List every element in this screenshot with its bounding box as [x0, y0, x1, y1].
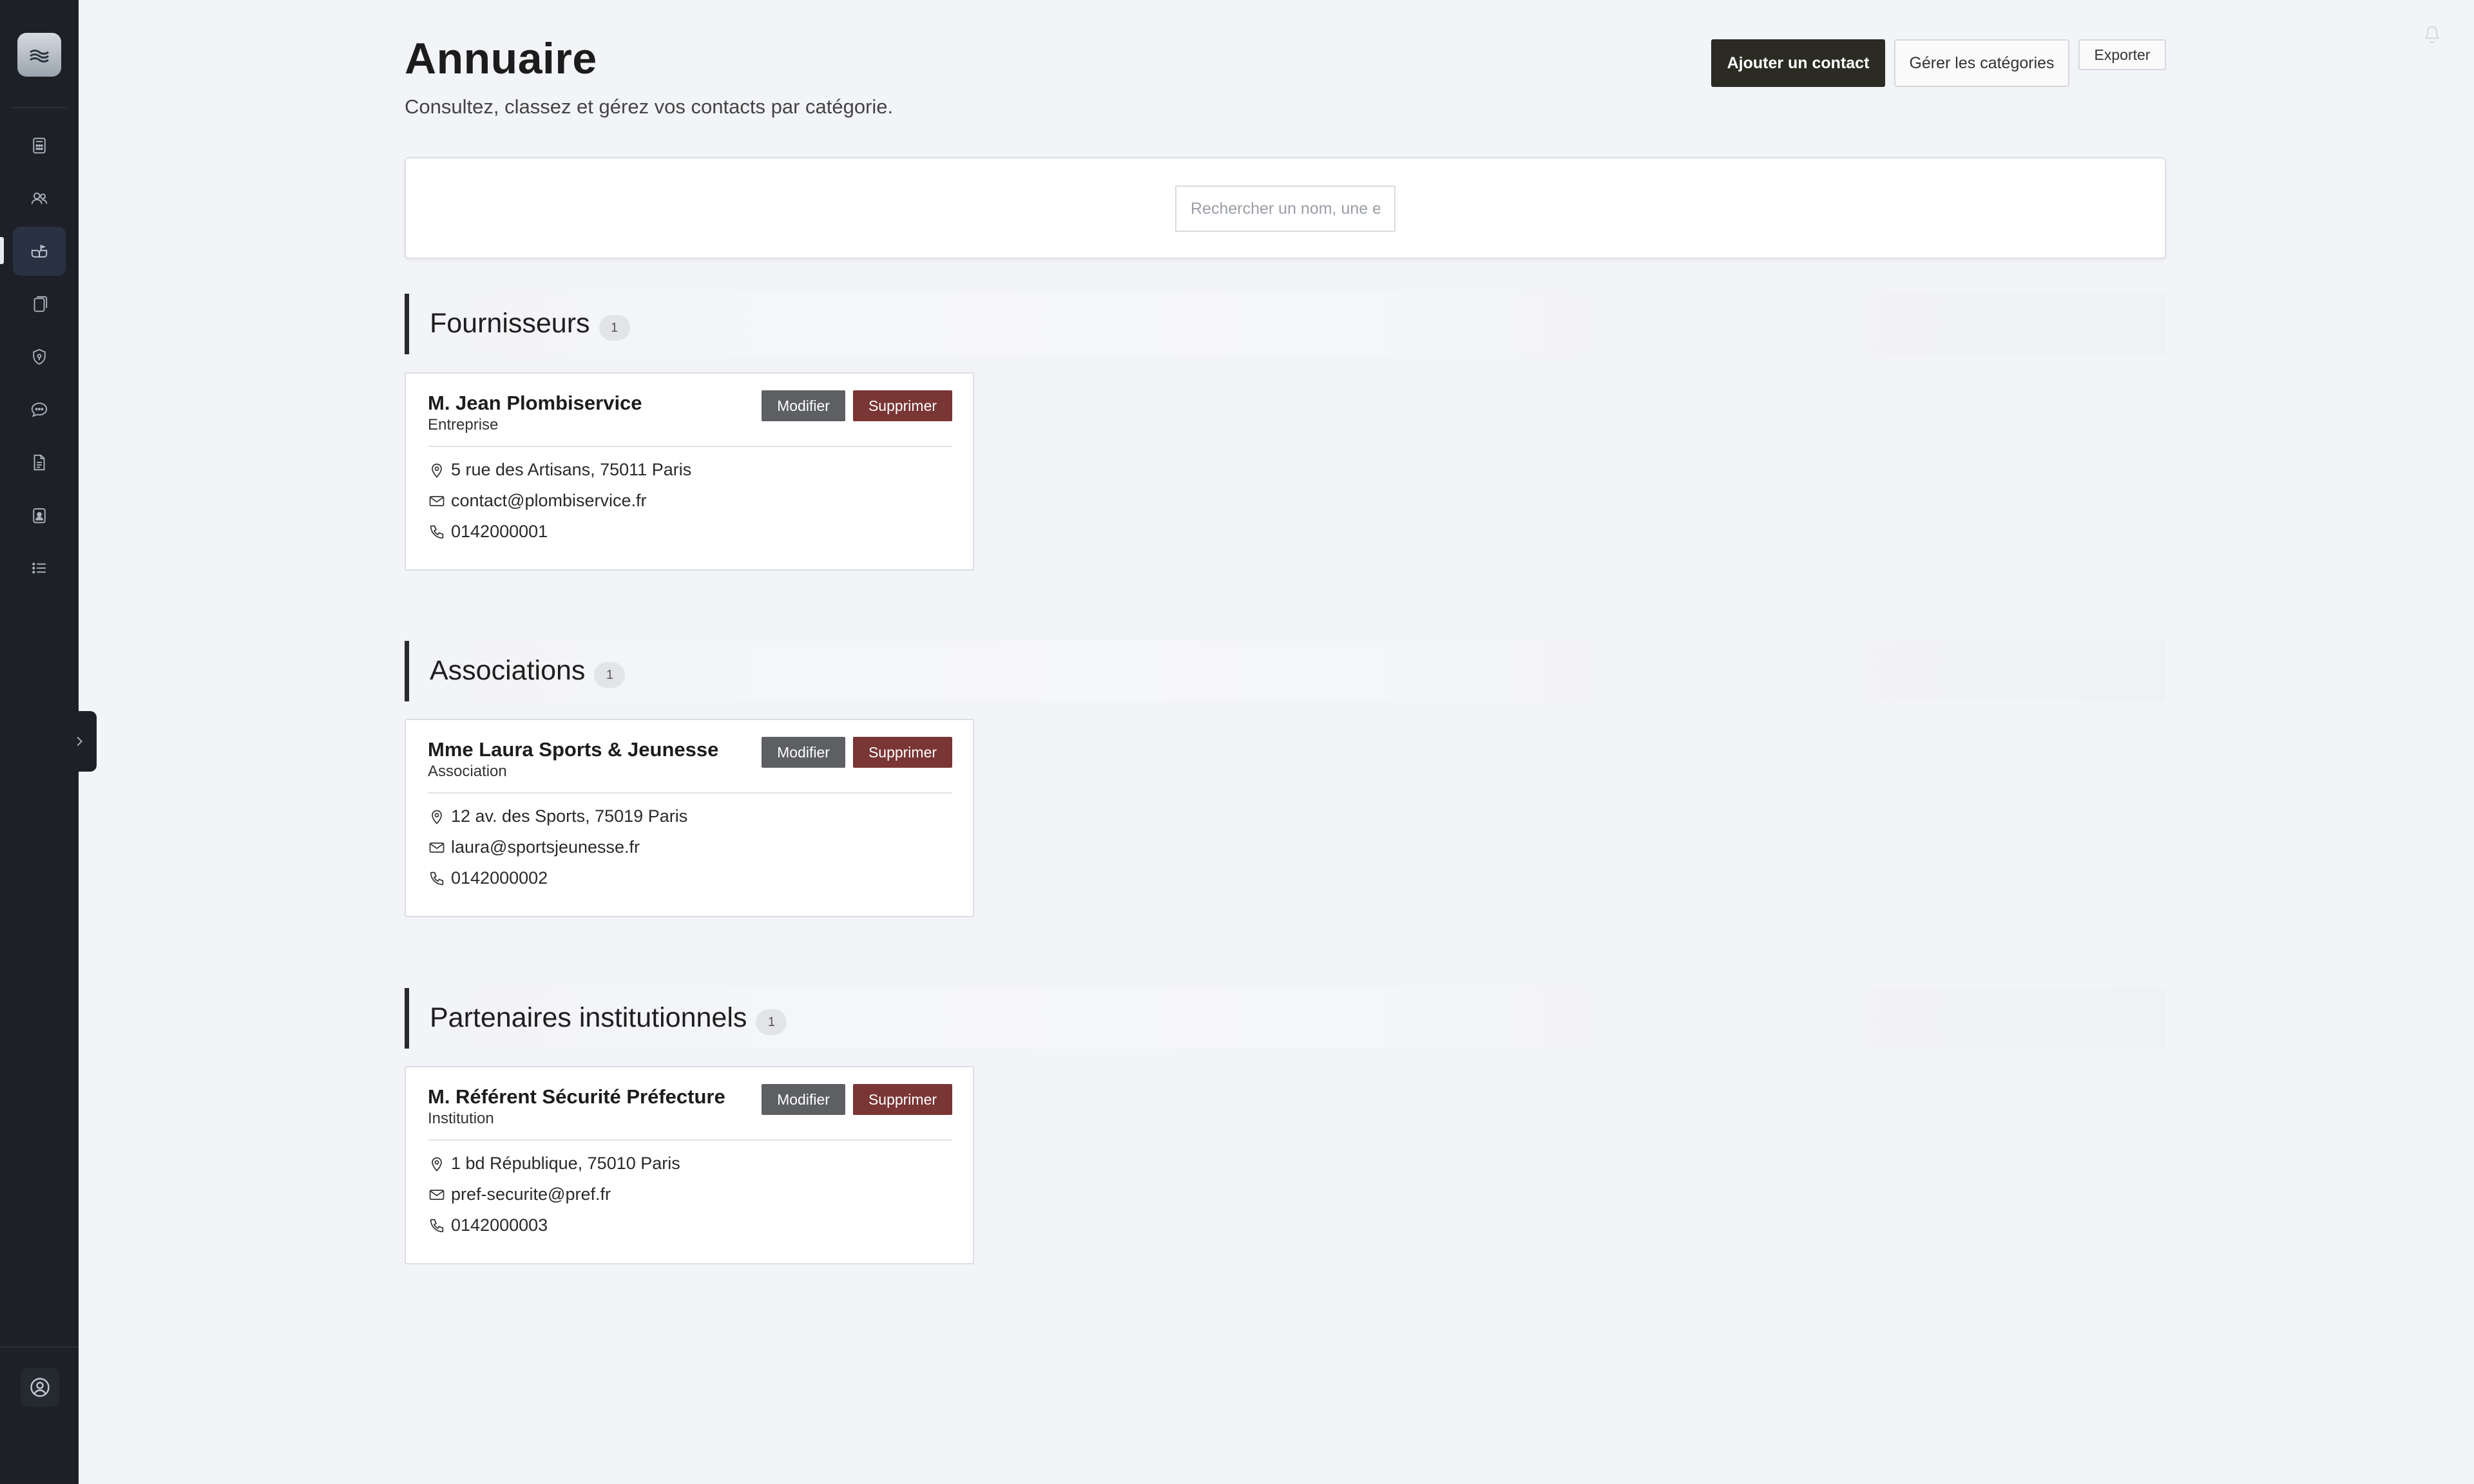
- envelope-icon: [429, 1189, 445, 1200]
- count-badge: 1: [756, 1009, 787, 1035]
- waves-logo-icon[interactable]: [17, 33, 61, 77]
- edit-button[interactable]: Modifier: [762, 737, 845, 768]
- sidebar-item-messages[interactable]: [13, 385, 66, 434]
- category-header-associations: Associations 1: [405, 641, 2166, 701]
- sidebar-divider: [12, 107, 67, 108]
- search-panel: [405, 157, 2166, 259]
- contact-phone: 0142000002: [428, 868, 548, 888]
- page-title: Annuaire: [405, 34, 597, 83]
- contact-address: 1 bd République, 75010 Paris: [428, 1154, 680, 1174]
- card-divider: [428, 1139, 952, 1141]
- contact-email: pref-securite@pref.fr: [428, 1184, 611, 1204]
- envelope-icon: [429, 842, 445, 853]
- edit-button[interactable]: Modifier: [762, 390, 845, 421]
- active-indicator: [0, 237, 4, 264]
- contact-email: laura@sportsjeunesse.fr: [428, 837, 640, 857]
- category-name: Partenaires institutionnels: [430, 1002, 747, 1033]
- shield-icon: [33, 348, 46, 365]
- address-text: 12 av. des Sports, 75019 Paris: [451, 806, 688, 826]
- sidebar-item-badges[interactable]: [13, 491, 66, 540]
- phone-text: 0142000003: [451, 1215, 548, 1235]
- list-icon: [32, 562, 46, 574]
- contact-phone: 0142000001: [428, 522, 548, 542]
- category-title: Partenaires institutionnels 1: [430, 1002, 787, 1035]
- map-pin-icon: [432, 463, 442, 478]
- email-text: pref-securite@pref.fr: [451, 1184, 611, 1204]
- contact-card: M. Référent Sécurité Préfecture Institut…: [405, 1066, 974, 1264]
- category-header-partenaires: Partenaires institutionnels 1: [405, 988, 2166, 1049]
- delete-button[interactable]: Supprimer: [853, 390, 952, 421]
- phone-icon: [430, 525, 444, 538]
- id-badge-icon: [33, 508, 46, 524]
- count-badge: 1: [599, 314, 630, 341]
- export-button[interactable]: Exporter: [2078, 39, 2166, 70]
- map-pin-icon: [432, 810, 442, 824]
- sidebar-item-users[interactable]: [13, 174, 66, 223]
- phone-text: 0142000002: [451, 868, 548, 888]
- map-pin-icon: [432, 1157, 442, 1172]
- category-title: Fournisseurs 1: [430, 308, 630, 341]
- manage-categories-button[interactable]: Gérer les catégories: [1894, 39, 2069, 87]
- add-contact-button[interactable]: Ajouter un contact: [1711, 39, 1885, 87]
- category-name: Fournisseurs: [430, 308, 590, 339]
- page-subtitle: Consultez, classez et gérez vos contacts…: [405, 95, 894, 118]
- delete-button[interactable]: Supprimer: [853, 1084, 952, 1115]
- contact-card: M. Jean Plombiservice Entreprise Modifie…: [405, 372, 974, 571]
- contact-name: M. Jean Plombiservice: [428, 392, 642, 414]
- phone-icon: [430, 1219, 444, 1232]
- phone-text: 0142000001: [451, 522, 548, 541]
- calculator-icon: [33, 137, 46, 154]
- contact-phone: 0142000003: [428, 1215, 548, 1235]
- sidebar-item-copy[interactable]: [13, 280, 66, 328]
- sidebar-item-security[interactable]: [13, 332, 66, 381]
- contact-type: Entreprise: [428, 416, 499, 433]
- document-icon: [34, 454, 45, 471]
- users-icon: [31, 192, 48, 204]
- address-text: 1 bd République, 75010 Paris: [451, 1154, 680, 1173]
- search-input[interactable]: [1175, 186, 1395, 232]
- phone-icon: [430, 871, 444, 885]
- sidebar-collapse-toggle[interactable]: [62, 711, 97, 772]
- email-text: contact@plombiservice.fr: [451, 491, 647, 510]
- category-name: Associations: [430, 655, 586, 686]
- category-title: Associations 1: [430, 655, 626, 688]
- chevron-right-icon: [77, 736, 82, 747]
- sidebar-item-contacts[interactable]: [13, 227, 66, 276]
- address-text: 5 rue des Artisans, 75011 Paris: [451, 460, 692, 479]
- contact-address: 5 rue des Artisans, 75011 Paris: [428, 460, 691, 480]
- user-circle-icon: [30, 1378, 50, 1397]
- sidebar-item-list[interactable]: [13, 544, 66, 593]
- contact-card: Mme Laura Sports & Jeunesse Association …: [405, 719, 974, 917]
- delete-button[interactable]: Supprimer: [853, 737, 952, 768]
- sidebar-item-calculator[interactable]: [13, 121, 66, 170]
- contact-name: Mme Laura Sports & Jeunesse: [428, 738, 719, 761]
- contact-book-icon: [31, 244, 48, 258]
- bell-icon[interactable]: [2422, 24, 2442, 46]
- category-header-fournisseurs: Fournisseurs 1: [405, 294, 2166, 354]
- copy-icon: [34, 296, 48, 312]
- contact-email: contact@plombiservice.fr: [428, 491, 647, 511]
- count-badge: 1: [594, 661, 626, 688]
- card-divider: [428, 792, 952, 794]
- edit-button[interactable]: Modifier: [762, 1084, 845, 1115]
- chat-icon: [31, 403, 48, 417]
- sidebar-item-documents[interactable]: [13, 438, 66, 487]
- email-text: laura@sportsjeunesse.fr: [451, 837, 640, 857]
- contact-type: Association: [428, 763, 507, 780]
- envelope-icon: [429, 495, 445, 506]
- contact-address: 12 av. des Sports, 75019 Paris: [428, 806, 687, 826]
- contact-type: Institution: [428, 1110, 494, 1127]
- sidebar-divider: [0, 1346, 79, 1347]
- user-profile-button[interactable]: [21, 1368, 59, 1407]
- contact-name: M. Référent Sécurité Préfecture: [428, 1085, 725, 1108]
- card-divider: [428, 446, 952, 447]
